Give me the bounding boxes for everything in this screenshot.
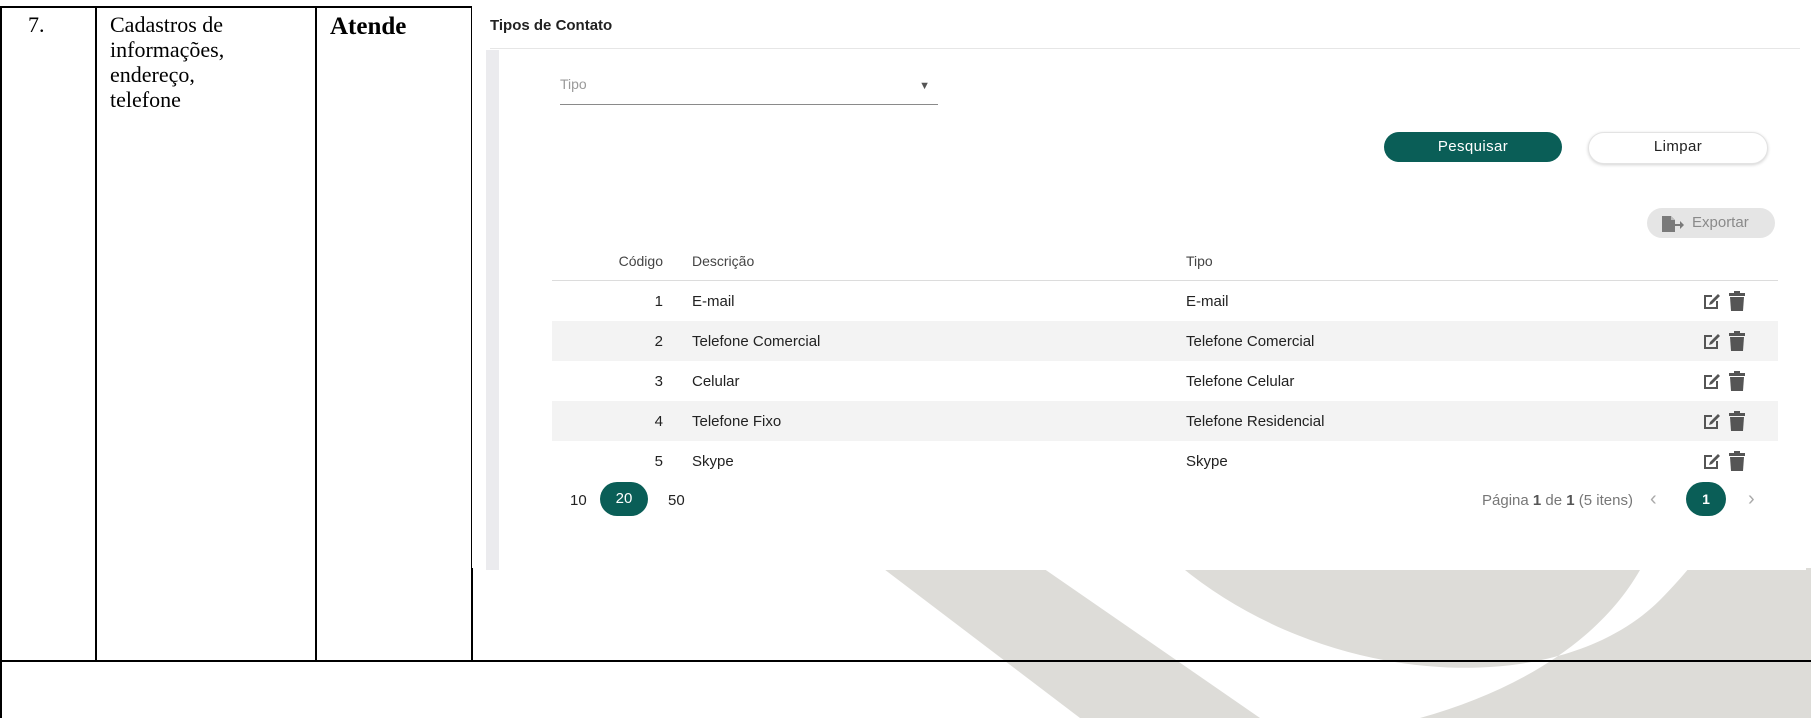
item-number: 7. — [28, 12, 45, 37]
row-actions — [1702, 330, 1762, 352]
export-label: Exportar — [1692, 214, 1749, 231]
trash-icon[interactable] — [1728, 371, 1746, 391]
pagination-bar: 10 20 50 Página 1 de 1 (5 itens) ‹ 1 › — [552, 482, 1778, 522]
page-info-middle: de — [1541, 492, 1567, 509]
cell-description: Celular — [692, 373, 740, 390]
cell-description: Telefone Comercial — [692, 333, 821, 350]
table-row[interactable]: 4 Telefone Fixo Telefone Residencial — [552, 401, 1778, 441]
requirement-description: Cadastros de informações, endereço, tele… — [110, 12, 310, 112]
column-header-type[interactable]: Tipo — [1186, 253, 1213, 269]
file-export-icon — [1662, 216, 1684, 232]
table-row[interactable]: 5 Skype Skype — [552, 441, 1778, 481]
cell-description: Skype — [692, 453, 734, 470]
card-left-bar — [486, 50, 499, 570]
page-info: Página 1 de 1 (5 itens) — [1482, 492, 1633, 509]
trash-icon[interactable] — [1728, 451, 1746, 471]
table-border-left — [0, 6, 2, 718]
page-button-current[interactable]: 1 — [1686, 482, 1726, 516]
edit-icon[interactable] — [1702, 291, 1722, 311]
contact-types-screen: Tipos de Contato Tipo ▼ Pesquisar Limpar… — [472, 6, 1811, 570]
edit-icon[interactable] — [1702, 411, 1722, 431]
table-header: Código Descrição Tipo — [552, 240, 1778, 281]
export-button[interactable]: Exportar — [1647, 208, 1775, 238]
edit-icon[interactable] — [1702, 331, 1722, 351]
caret-down-icon: ▼ — [919, 80, 930, 92]
cell-description: Telefone Fixo — [692, 413, 782, 430]
page-size-option[interactable]: 50 — [668, 492, 685, 509]
content-card: Tipo ▼ Pesquisar Limpar Exportar Código … — [486, 50, 1806, 570]
row-actions — [1702, 370, 1762, 392]
cell-type: Telefone Residencial — [1186, 413, 1325, 430]
search-button[interactable]: Pesquisar — [1384, 132, 1562, 162]
current-page-number: 1 — [1532, 492, 1542, 509]
cell-code: 4 — [654, 413, 663, 430]
cell-type: Telefone Celular — [1186, 373, 1295, 390]
cell-code: 2 — [654, 333, 663, 350]
page-info-prefix: Página — [1482, 492, 1533, 509]
trash-icon[interactable] — [1728, 291, 1746, 311]
total-pages-number: 1 — [1566, 492, 1575, 509]
table-row-divider — [0, 660, 1811, 662]
type-filter-label: Tipo — [560, 76, 587, 92]
cell-code: 5 — [654, 453, 663, 470]
page-size-option[interactable]: 10 — [570, 492, 587, 509]
type-filter-select[interactable]: Tipo ▼ — [560, 64, 938, 105]
cell-code: 1 — [654, 293, 663, 310]
next-page-button[interactable]: › — [1748, 488, 1755, 511]
cell-type: E-mail — [1186, 293, 1229, 310]
cell-description: E-mail — [692, 293, 735, 310]
column-header-description[interactable]: Descrição — [692, 253, 754, 269]
title-divider — [490, 48, 1800, 49]
page-info-suffix: (5 itens) — [1574, 492, 1633, 509]
screen-title: Tipos de Contato — [490, 17, 613, 34]
trash-icon[interactable] — [1728, 331, 1746, 351]
page-size-option-selected[interactable]: 20 — [600, 482, 648, 516]
requirement-line: informações, — [110, 37, 225, 62]
requirement-line: telefone — [110, 87, 181, 112]
table-row[interactable]: 2 Telefone Comercial Telefone Comercial — [552, 321, 1778, 361]
requirement-line: Cadastros de — [110, 12, 224, 37]
row-actions — [1702, 410, 1762, 432]
clear-button[interactable]: Limpar — [1588, 132, 1768, 164]
cell-type: Telefone Comercial — [1186, 333, 1315, 350]
prev-page-button[interactable]: ‹ — [1650, 488, 1657, 511]
edit-icon[interactable] — [1702, 451, 1722, 471]
cell-type: Skype — [1186, 453, 1228, 470]
trash-icon[interactable] — [1728, 411, 1746, 431]
column-header-code[interactable]: Código — [619, 253, 663, 269]
table-row[interactable]: 1 E-mail E-mail — [552, 281, 1778, 321]
compliance-status: Atende — [330, 13, 407, 40]
row-actions — [1702, 290, 1762, 312]
row-actions — [1702, 450, 1762, 472]
requirement-line: endereço, — [110, 62, 195, 87]
col-divider-2 — [315, 6, 317, 661]
table-row[interactable]: 3 Celular Telefone Celular — [552, 361, 1778, 401]
contact-types-table: Código Descrição Tipo 1 E-mail E-mail 2 … — [552, 240, 1778, 481]
cell-code: 3 — [654, 373, 663, 390]
col-divider-1 — [95, 6, 97, 661]
edit-icon[interactable] — [1702, 371, 1722, 391]
